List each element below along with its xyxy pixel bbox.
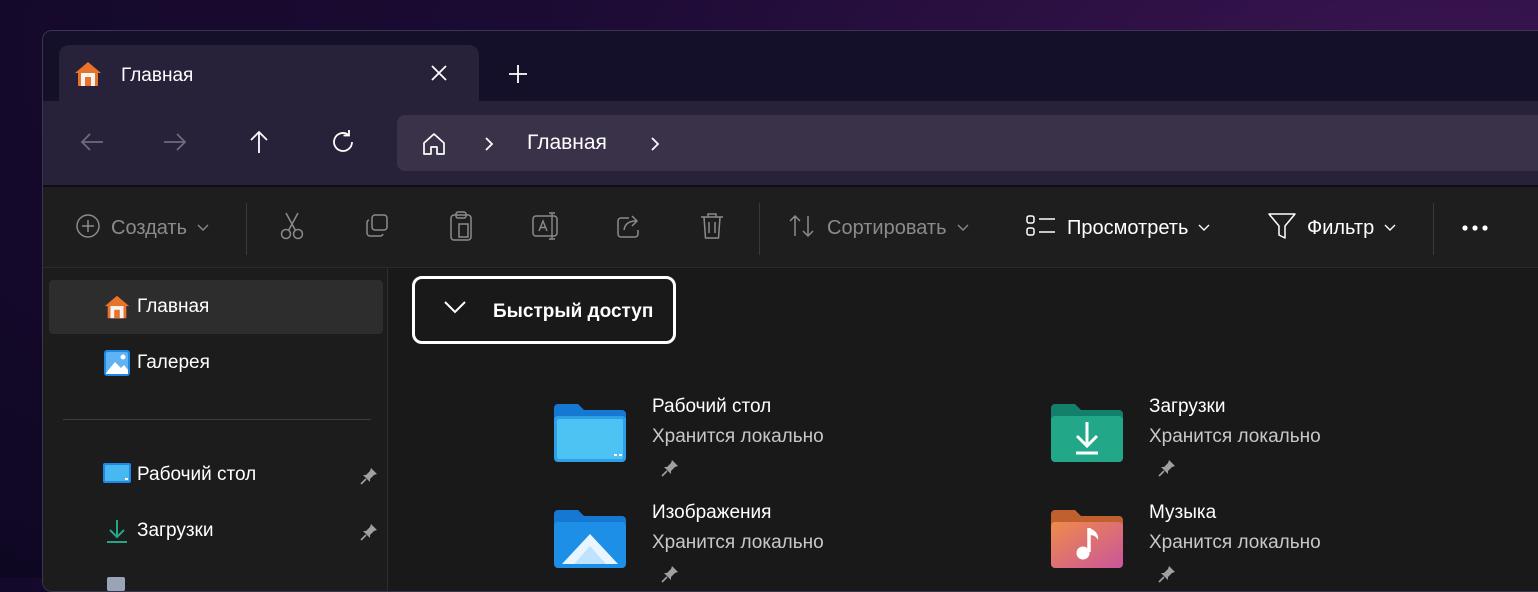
music-folder-icon <box>1049 508 1125 575</box>
sidebar-divider <box>63 419 371 420</box>
rename-icon <box>531 211 561 246</box>
command-bar: Создать Сортировать Просмотреть Фильтр <box>43 187 1538 267</box>
filter-label: Фильтр <box>1307 216 1375 239</box>
scissors-icon <box>279 211 305 246</box>
item-location: Хранится локально <box>1149 426 1321 447</box>
quick-access-item-pictures[interactable]: Изображения Хранится локально <box>552 502 992 591</box>
desktop-folder-icon <box>552 402 628 469</box>
quick-access-item-desktop[interactable]: Рабочий стол Хранится локально <box>552 396 992 486</box>
pin-icon <box>660 458 680 483</box>
toolbar-separator <box>759 203 760 255</box>
pin-icon <box>660 564 680 589</box>
sidebar-item-label: Загрузки <box>137 520 214 541</box>
clipboard-icon <box>447 210 475 247</box>
sidebar-item-home[interactable]: Главная <box>49 280 383 334</box>
more-icon <box>1461 219 1493 237</box>
downloads-folder-icon <box>1049 402 1125 469</box>
chevron-down-icon <box>1198 219 1210 237</box>
chevron-down-icon <box>443 299 467 320</box>
sidebar-item-downloads[interactable]: Загрузки <box>49 504 383 558</box>
toolbar-separator <box>1433 203 1434 255</box>
cut-button[interactable] <box>279 211 305 245</box>
refresh-icon[interactable] <box>328 127 358 157</box>
chevron-right-icon[interactable] <box>647 135 663 158</box>
copy-button[interactable] <box>363 211 391 245</box>
address-home-icon[interactable] <box>421 131 447 162</box>
item-name: Рабочий стол <box>652 396 772 417</box>
address-bar[interactable]: Главная <box>397 115 1538 171</box>
plus-circle-icon <box>75 213 101 244</box>
item-location: Хранится локально <box>652 426 824 447</box>
pin-icon[interactable] <box>359 522 379 547</box>
filter-button[interactable]: Фильтр <box>1267 211 1396 245</box>
quick-access-item-downloads[interactable]: Загрузки Хранится локально <box>1049 396 1489 486</box>
create-label: Создать <box>111 216 188 239</box>
back-icon[interactable] <box>77 127 107 157</box>
view-label: Просмотреть <box>1067 216 1189 239</box>
new-tab-button[interactable] <box>505 61 531 87</box>
sort-label: Сортировать <box>827 216 947 239</box>
sort-button[interactable]: Сортировать <box>787 211 969 245</box>
more-options-button[interactable] <box>1461 211 1493 245</box>
tab-title: Главная <box>121 65 194 86</box>
item-location: Хранится локально <box>652 532 824 553</box>
view-button[interactable]: Просмотреть <box>1025 211 1210 245</box>
item-name: Загрузки <box>1149 396 1226 417</box>
trash-icon <box>699 211 725 246</box>
sidebar-item-label: Главная <box>137 296 210 317</box>
file-explorer-window: Главная Главная Создать Сортировать Прос… <box>42 30 1538 592</box>
home-icon <box>73 59 103 94</box>
gallery-icon <box>103 349 131 382</box>
downloads-icon <box>103 517 131 550</box>
quick-access-header[interactable]: Быстрый доступ <box>412 276 676 344</box>
sidebar-item-label: Рабочий стол <box>137 464 257 485</box>
home-icon <box>103 293 131 326</box>
chevron-down-icon <box>1384 219 1396 237</box>
quick-access-item-music[interactable]: Музыка Хранится локально <box>1049 502 1489 591</box>
create-button[interactable]: Создать <box>75 211 209 245</box>
main-content: Быстрый доступ Рабочий стол Хранится лок… <box>388 268 1538 591</box>
close-tab-icon[interactable] <box>427 61 451 85</box>
sidebar-item-partial[interactable] <box>49 558 383 591</box>
paste-button[interactable] <box>447 210 475 247</box>
item-location: Хранится локально <box>1149 532 1321 553</box>
item-name: Музыка <box>1149 502 1217 523</box>
pictures-folder-icon <box>552 508 628 575</box>
breadcrumb-home[interactable]: Главная <box>527 131 607 155</box>
forward-icon[interactable] <box>160 127 190 157</box>
navigation-bar: Главная <box>43 101 1538 185</box>
sidebar-item-gallery[interactable]: Галерея <box>49 336 383 390</box>
item-name: Изображения <box>652 502 772 523</box>
document-icon <box>103 571 131 591</box>
sidebar-item-desktop[interactable]: Рабочий стол <box>49 448 383 502</box>
delete-button[interactable] <box>699 211 725 245</box>
desktop-icon <box>103 461 131 492</box>
tab-home[interactable]: Главная <box>59 45 479 101</box>
pin-icon[interactable] <box>359 466 379 491</box>
pin-icon <box>1157 458 1177 483</box>
sidebar-item-label: Галерея <box>137 352 210 373</box>
pin-icon <box>1157 564 1177 589</box>
up-icon[interactable] <box>244 127 274 157</box>
navigation-pane: Главная Галерея Рабочий стол Загрузки <box>43 268 387 591</box>
filter-icon <box>1267 211 1297 246</box>
chevron-down-icon <box>957 219 969 237</box>
toolbar-separator <box>246 203 247 255</box>
quick-access-label: Быстрый доступ <box>493 301 654 322</box>
chevron-right-icon[interactable] <box>481 135 497 158</box>
tab-bar: Главная <box>43 31 1538 101</box>
share-button[interactable] <box>615 211 643 245</box>
share-icon <box>615 212 643 245</box>
view-icon <box>1025 213 1057 244</box>
rename-button[interactable] <box>531 211 561 245</box>
copy-icon <box>363 212 391 245</box>
sort-icon <box>787 212 817 245</box>
chevron-down-icon <box>197 219 209 237</box>
